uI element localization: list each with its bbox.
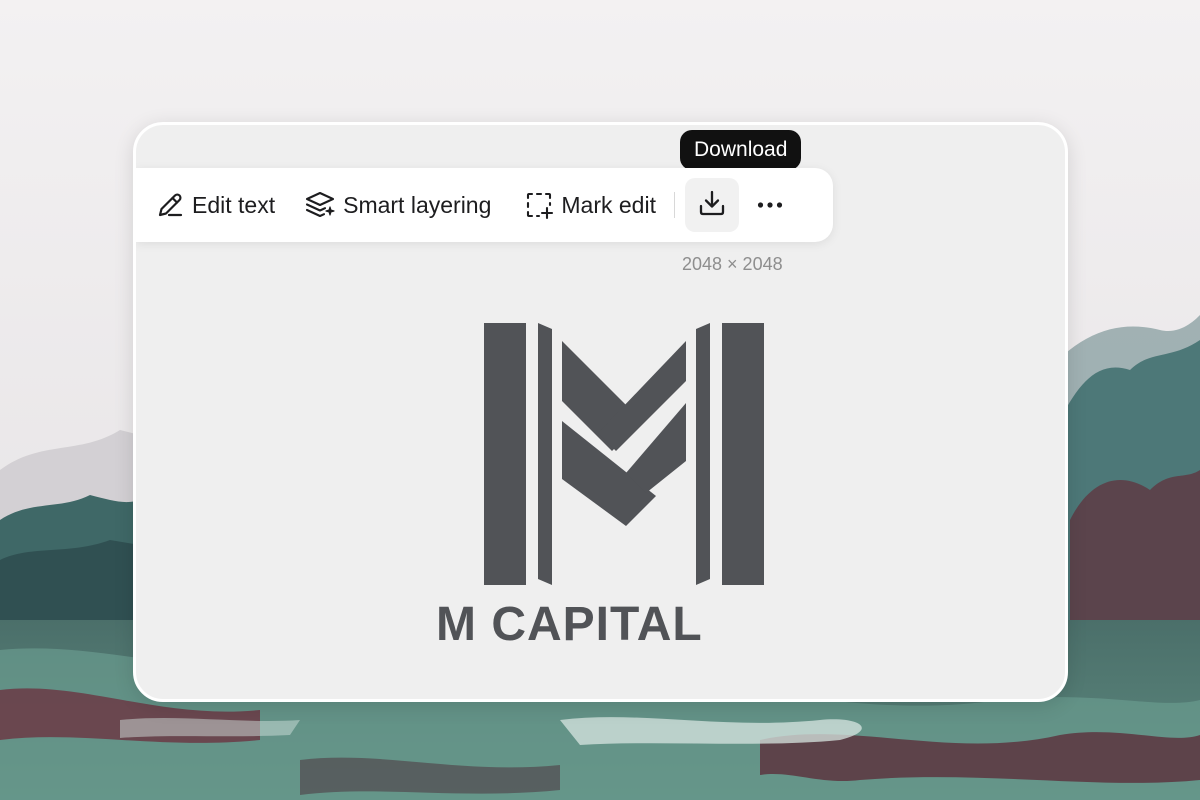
m-capital-logo-mark bbox=[476, 321, 772, 591]
layers-sparkle-icon bbox=[305, 189, 337, 221]
logo-text: M CAPITAL bbox=[436, 598, 703, 651]
toolbar-divider bbox=[673, 192, 675, 218]
download-icon bbox=[697, 188, 727, 223]
mark-edit-label: Mark edit bbox=[561, 191, 656, 218]
mark-edit-button[interactable]: Mark edit bbox=[519, 179, 660, 231]
pencil-icon bbox=[154, 189, 186, 221]
selection-add-icon bbox=[523, 189, 555, 221]
smart-layering-label: Smart layering bbox=[343, 191, 492, 218]
smart-layering-button[interactable]: Smart layering bbox=[301, 179, 495, 231]
image-preview-card: Download Edit text Smart layering Mark e… bbox=[133, 122, 1068, 702]
tooltip-label: Download bbox=[694, 138, 788, 161]
image-toolbar: Edit text Smart layering Mark edit bbox=[136, 168, 833, 242]
more-options-button[interactable] bbox=[755, 190, 785, 220]
download-tooltip: Download bbox=[680, 130, 802, 170]
download-button[interactable] bbox=[684, 178, 739, 232]
edit-text-button[interactable]: Edit text bbox=[150, 179, 279, 231]
edit-text-label: Edit text bbox=[192, 191, 276, 218]
image-dimensions: 2048 × 2048 bbox=[682, 254, 783, 274]
more-horizontal-icon bbox=[757, 196, 783, 214]
